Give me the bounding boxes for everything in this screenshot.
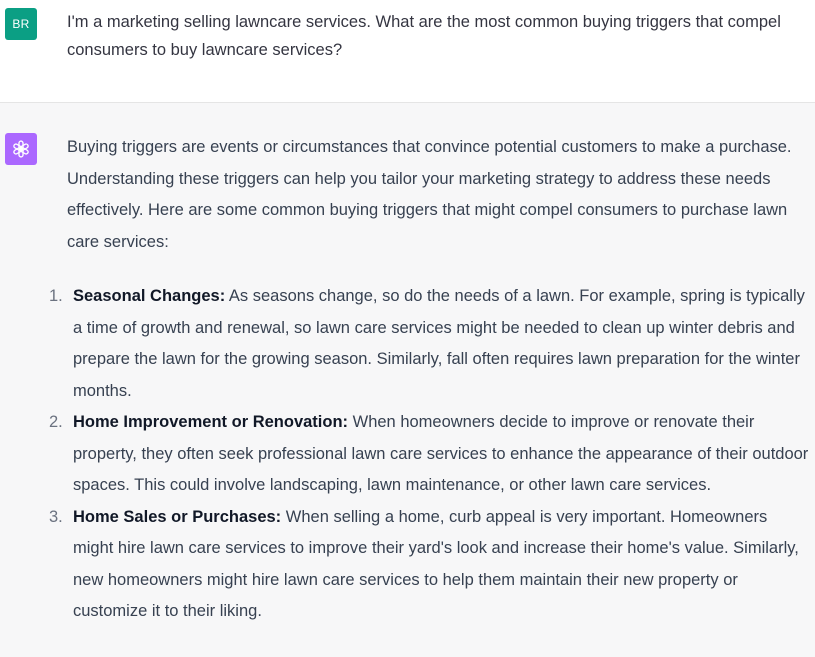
assistant-message-row: Buying triggers are events or circumstan…: [0, 103, 815, 657]
openai-logo-icon: [13, 140, 29, 158]
list-item: 1. Seasonal Changes: As seasons change, …: [49, 281, 812, 407]
user-avatar: BR: [5, 8, 37, 40]
buying-triggers-list: 1. Seasonal Changes: As seasons change, …: [49, 281, 812, 628]
list-item-title: Home Sales or Purchases:: [73, 507, 282, 526]
list-item-title: Home Improvement or Renovation:: [73, 413, 349, 431]
user-message-row: BR I'm a marketing selling lawncare serv…: [0, 0, 815, 103]
list-item: 2. Home Improvement or Renovation: When …: [49, 407, 812, 502]
assistant-avatar: [5, 133, 37, 165]
assistant-intro-paragraph: Buying triggers are events or circumstan…: [67, 138, 792, 251]
list-item: 3. Home Sales or Purchases: When selling…: [49, 502, 812, 628]
list-item-number: 1.: [49, 287, 63, 305]
list-item-title: Seasonal Changes:: [73, 287, 226, 305]
list-item-number: 3.: [49, 507, 63, 526]
user-message-text: I'm a marketing selling lawncare service…: [67, 13, 781, 59]
list-item-number: 2.: [49, 413, 63, 431]
assistant-message-body: Buying triggers are events or circumstan…: [49, 132, 812, 628]
